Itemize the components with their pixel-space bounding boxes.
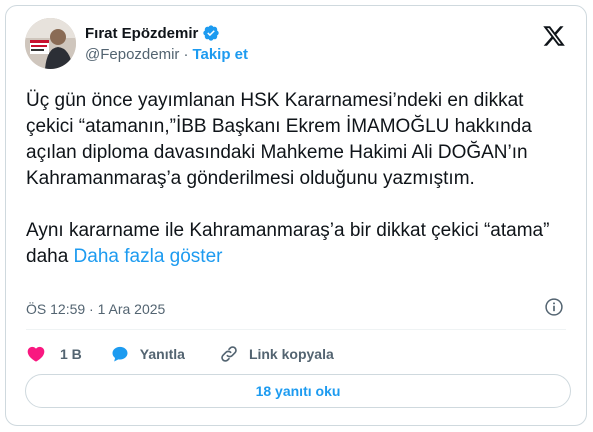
like-button[interactable]: 1 B <box>26 344 82 364</box>
author-display-name[interactable]: Fırat Epözdemir <box>85 25 198 42</box>
x-logo-icon[interactable] <box>542 24 566 48</box>
handle-row: @Fepozdemir · Takip et <box>85 46 248 63</box>
divider <box>26 329 566 330</box>
like-count: 1 B <box>60 346 82 362</box>
tweet-body: Üç gün önce yayımlanan HSK Kararnamesi’n… <box>26 90 550 267</box>
copy-link-label: Link kopyala <box>248 346 334 362</box>
reply-label: Yanıtla <box>139 346 185 362</box>
copy-link-button[interactable]: Link kopyala <box>219 344 334 364</box>
tweet-text: Üç gün önce yayımlanan HSK Kararnamesi’n… <box>26 88 571 270</box>
heart-icon <box>27 346 45 362</box>
speech-bubble-icon <box>112 346 128 362</box>
verified-badge-icon <box>203 25 220 41</box>
action-bar: 1 B Yanıtla Link kopyala <box>26 342 334 366</box>
show-more-link[interactable]: Daha fazla göster <box>74 246 223 267</box>
follow-button[interactable]: Takip et <box>192 46 248 63</box>
author-block: Fırat Epözdemir @Fepozdemir · Takip et <box>85 22 248 64</box>
author-handle[interactable]: @Fepozdemir <box>85 46 179 63</box>
link-icon <box>221 346 237 362</box>
avatar-image <box>25 18 76 69</box>
info-icon[interactable] <box>544 297 564 317</box>
tweet-timestamp[interactable]: ÖS 12:59 · 1 Ara 2025 <box>26 301 165 317</box>
reply-button[interactable]: Yanıtla <box>110 344 185 364</box>
avatar[interactable] <box>25 18 76 69</box>
separator-dot: · <box>183 46 189 63</box>
read-replies-button[interactable]: 18 yanıtı oku <box>25 374 571 408</box>
tweet-card: Fırat Epözdemir @Fepozdemir · Takip et Ü… <box>5 5 587 426</box>
name-row: Fırat Epözdemir <box>85 22 248 44</box>
